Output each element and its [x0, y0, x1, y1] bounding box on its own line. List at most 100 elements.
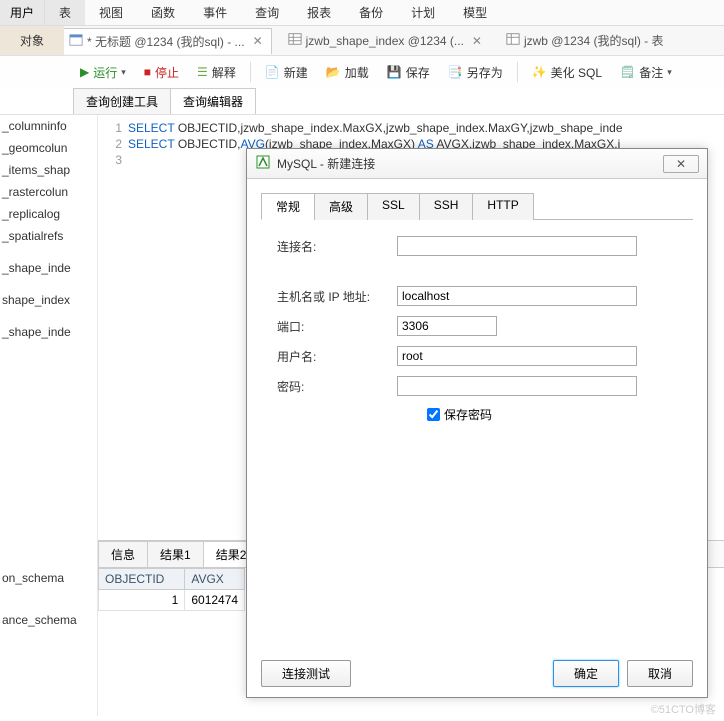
- subtab-editor[interactable]: 查询编辑器: [170, 88, 256, 114]
- menubar: 用户 表 视图 函数 事件 查询 报表 备份 计划 模型: [0, 0, 724, 26]
- savepw-label: 保存密码: [444, 406, 492, 423]
- tab-label: jzwb_shape_index @1234 (...: [306, 34, 464, 48]
- port-input[interactable]: [397, 316, 497, 336]
- close-icon[interactable]: ✕: [472, 34, 482, 48]
- tree-item[interactable]: shape_index: [0, 289, 97, 311]
- menu-item[interactable]: 备份: [345, 0, 397, 25]
- tab-label: * 无标题 @1234 (我的sql) - ...: [87, 33, 245, 50]
- dialog-tabs: 常规 高级 SSL SSH HTTP: [261, 193, 693, 220]
- form: 连接名: 主机名或 IP 地址: 端口: 用户名: 密码: 保存密码: [247, 220, 707, 439]
- separator: [250, 62, 251, 82]
- tab-advanced[interactable]: 高级: [314, 193, 368, 220]
- separator: [517, 62, 518, 82]
- tree-item[interactable]: _columninfo: [0, 115, 97, 137]
- test-connection-button[interactable]: 连接测试: [261, 660, 351, 687]
- tree-item[interactable]: _spatialrefs: [0, 225, 97, 247]
- toolbar: ▶运行▾ ■停止 ☰解释 📄新建 📂加载 💾保存 📑另存为 ✨美化 SQL 🗒备…: [0, 56, 724, 88]
- port-label: 端口:: [277, 318, 397, 335]
- host-label: 主机名或 IP 地址:: [277, 288, 397, 305]
- notes-button[interactable]: 🗒备注▾: [616, 62, 676, 83]
- document-tabbar: 对象 * 无标题 @1234 (我的sql) - ... ✕ jzwb_shap…: [0, 26, 724, 56]
- tree-item[interactable]: _replicalog: [0, 203, 97, 225]
- doc-tab[interactable]: jzwb_shape_index @1234 (... ✕: [280, 28, 490, 53]
- host-input[interactable]: [397, 286, 637, 306]
- dialog-titlebar[interactable]: MySQL - 新建连接 ✕: [247, 149, 707, 179]
- tree-item[interactable]: _geomcolun: [0, 137, 97, 159]
- chevron-down-icon[interactable]: ▾: [667, 67, 672, 78]
- tree-item[interactable]: _rastercolun: [0, 181, 97, 203]
- pass-input[interactable]: [397, 376, 637, 396]
- tree-item[interactable]: _shape_inde: [0, 257, 97, 279]
- line-gutter: 123: [98, 121, 128, 710]
- cancel-button[interactable]: 取消: [627, 660, 693, 687]
- tree-item[interactable]: ance_schema: [0, 609, 98, 631]
- chevron-down-icon[interactable]: ▾: [121, 67, 126, 78]
- save-icon: 💾: [387, 65, 402, 79]
- watermark: ©51CTO博客: [651, 701, 716, 717]
- tab-ssh[interactable]: SSH: [419, 193, 474, 220]
- sql-icon: [69, 33, 83, 50]
- close-icon[interactable]: ✕: [253, 34, 263, 48]
- saveas-icon: 📑: [448, 65, 463, 79]
- new-connection-dialog: MySQL - 新建连接 ✕ 常规 高级 SSL SSH HTTP 连接名: 主…: [246, 148, 708, 698]
- run-button[interactable]: ▶运行▾: [76, 62, 130, 83]
- menu-item[interactable]: 计划: [397, 0, 449, 25]
- dialog-footer: 连接测试 确定 取消: [261, 660, 693, 687]
- tab-general[interactable]: 常规: [261, 193, 315, 220]
- table-row[interactable]: 16012474: [99, 590, 245, 611]
- table-icon: [506, 32, 520, 49]
- tree-item[interactable]: _shape_inde: [0, 321, 97, 343]
- new-button[interactable]: 📄新建: [261, 62, 312, 83]
- menu-item[interactable]: 模型: [449, 0, 501, 25]
- result-tab[interactable]: 信息: [98, 541, 148, 567]
- tab-label: jzwb @1234 (我的sql) - 表: [524, 32, 664, 49]
- result-tab[interactable]: 结果1: [147, 541, 204, 567]
- objects-tab[interactable]: 对象: [0, 26, 64, 55]
- menu-item[interactable]: 用户: [0, 0, 45, 25]
- sidebar-bottom: on_schema ance_schema: [0, 567, 98, 631]
- column-header[interactable]: AVGX: [185, 569, 245, 590]
- conn-name-label: 连接名:: [277, 238, 397, 255]
- menu-item[interactable]: 表: [45, 0, 85, 25]
- tab-ssl[interactable]: SSL: [367, 193, 420, 220]
- new-icon: 📄: [265, 65, 280, 79]
- saveas-button[interactable]: 📑另存为: [444, 62, 507, 83]
- stop-icon: ■: [144, 65, 151, 79]
- mysql-icon: [255, 154, 271, 173]
- subtab-builder[interactable]: 查询创建工具: [73, 88, 171, 114]
- cell[interactable]: 6012474: [185, 590, 245, 611]
- menu-item[interactable]: 视图: [85, 0, 137, 25]
- explain-button[interactable]: ☰解释: [193, 62, 240, 83]
- user-input[interactable]: [397, 346, 637, 366]
- beautify-button[interactable]: ✨美化 SQL: [528, 62, 606, 83]
- tree-item[interactable]: _items_shap: [0, 159, 97, 181]
- menu-item[interactable]: 函数: [137, 0, 189, 25]
- pass-label: 密码:: [277, 378, 397, 395]
- folder-icon: 📂: [326, 65, 341, 79]
- conn-name-input[interactable]: [397, 236, 637, 256]
- column-header[interactable]: OBJECTID: [99, 569, 185, 590]
- notes-icon: 🗒: [620, 65, 635, 79]
- close-button[interactable]: ✕: [663, 155, 699, 173]
- result-grid[interactable]: OBJECTIDAVGX 16012474: [98, 568, 245, 611]
- wand-icon: ✨: [532, 65, 547, 79]
- menu-item[interactable]: 查询: [241, 0, 293, 25]
- tree-item[interactable]: on_schema: [0, 567, 98, 589]
- table-icon: [288, 32, 302, 49]
- ok-button[interactable]: 确定: [553, 660, 619, 687]
- menu-item[interactable]: 报表: [293, 0, 345, 25]
- explain-icon: ☰: [197, 65, 208, 79]
- doc-tab[interactable]: jzwb @1234 (我的sql) - 表: [498, 28, 672, 53]
- user-label: 用户名:: [277, 348, 397, 365]
- cell[interactable]: 1: [99, 590, 185, 611]
- save-button[interactable]: 💾保存: [383, 62, 434, 83]
- play-icon: ▶: [80, 65, 89, 79]
- tab-http[interactable]: HTTP: [472, 193, 533, 220]
- savepw-checkbox[interactable]: [427, 408, 440, 421]
- menu-item[interactable]: 事件: [189, 0, 241, 25]
- doc-tab[interactable]: * 无标题 @1234 (我的sql) - ... ✕: [60, 28, 272, 54]
- stop-button[interactable]: ■停止: [140, 62, 183, 83]
- load-button[interactable]: 📂加载: [322, 62, 373, 83]
- query-subtabs: 查询创建工具 查询编辑器: [0, 88, 724, 115]
- dialog-title: MySQL - 新建连接: [277, 155, 657, 172]
